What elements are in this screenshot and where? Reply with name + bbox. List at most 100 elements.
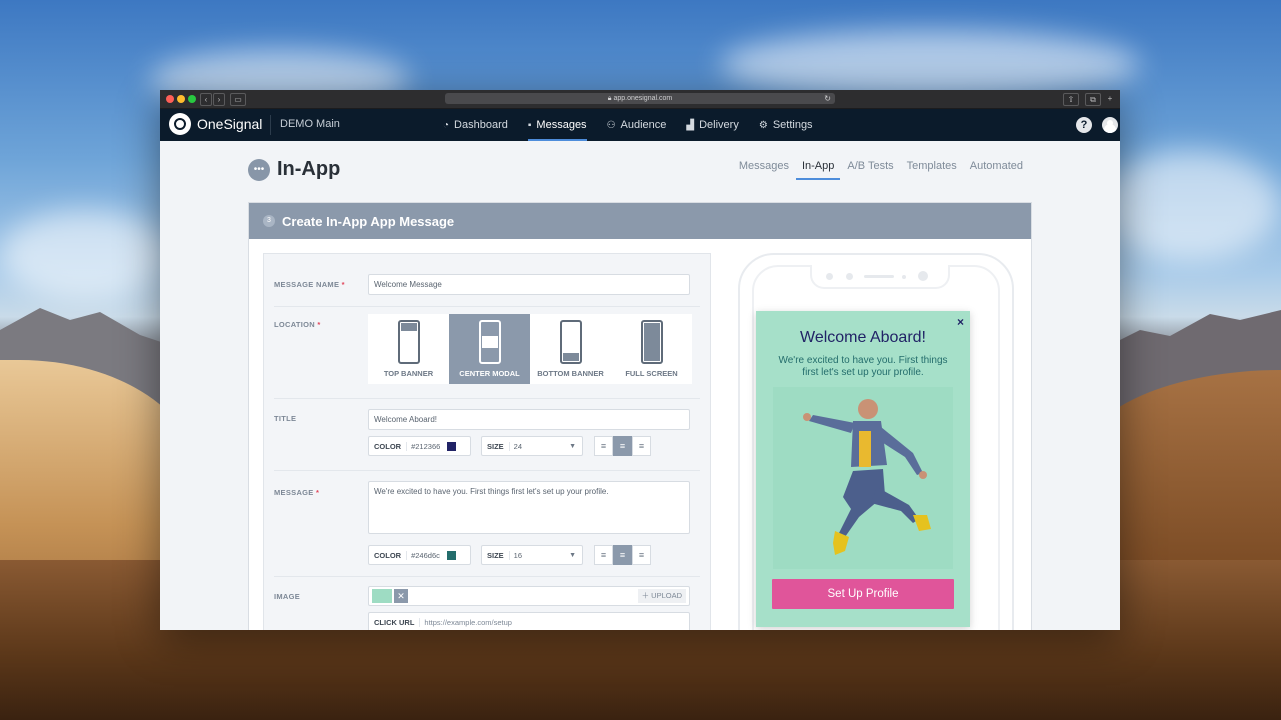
tabs-icon[interactable]: ⧉ — [1085, 93, 1101, 106]
close-window-button[interactable] — [166, 95, 174, 103]
title-input[interactable]: Welcome Aboard! — [368, 409, 690, 430]
people-icon: ⚇ — [606, 119, 616, 131]
app-selector[interactable]: DEMO Main — [280, 118, 340, 130]
location-bottom-banner-label: BOTTOM BANNER — [537, 369, 604, 378]
reload-icon[interactable]: ↻ — [824, 93, 831, 104]
in-app-icon: ••• — [248, 158, 270, 181]
message-color-picker[interactable]: COLOR #246d6c — [368, 545, 471, 565]
message-color-value: #246d6c — [406, 550, 444, 560]
notch-dot — [846, 273, 853, 280]
remove-image-icon[interactable]: ✕ — [394, 589, 408, 603]
bottom-banner-icon — [559, 320, 582, 364]
page-header: ••• In-App — [248, 158, 340, 181]
message-color-swatch — [446, 550, 456, 560]
onesignal-logo[interactable]: OneSignal — [169, 113, 262, 135]
tab-templates[interactable]: Templates — [907, 160, 957, 180]
forward-icon[interactable]: › — [213, 93, 225, 106]
click-url-field[interactable]: CLICK URL https://example.com/setup — [368, 612, 690, 630]
message-size-value: 16 — [508, 550, 526, 560]
tab-automated[interactable]: Automated — [970, 160, 1023, 180]
title-color-swatch — [447, 441, 457, 451]
tab-messages[interactable]: Messages — [739, 160, 789, 180]
message-name-input[interactable]: Welcome Message — [368, 274, 690, 295]
new-tab-icon[interactable]: + — [1105, 93, 1115, 104]
nav-dashboard[interactable]: ◔ Dashboard — [443, 109, 508, 141]
title-color-picker[interactable]: COLOR #212366 — [368, 436, 471, 456]
avatar[interactable] — [1102, 117, 1118, 133]
align-center-icon[interactable]: ≡ — [613, 436, 632, 456]
card-title: Create In-App App Message — [282, 213, 455, 229]
notch-dot — [902, 275, 906, 279]
subtabs: Messages In-App A/B Tests Templates Auto… — [726, 160, 1023, 180]
help-icon[interactable]: ? — [1076, 117, 1092, 133]
nav-delivery-label: Delivery — [699, 119, 739, 131]
tab-ab-tests[interactable]: A/B Tests — [847, 160, 893, 180]
sidebar-toggle-icon[interactable]: ▭ — [230, 93, 246, 106]
nav-delivery[interactable]: ▟ Delivery — [686, 109, 738, 141]
align-right-icon[interactable]: ≡ — [632, 545, 651, 565]
close-icon[interactable]: × — [957, 315, 964, 329]
align-center-icon[interactable]: ≡ — [613, 545, 632, 565]
maximize-window-button[interactable] — [188, 95, 196, 103]
message-alignment: ≡ ≡ ≡ — [594, 545, 651, 565]
brand-name: OneSignal — [197, 116, 263, 132]
location-bottom-banner[interactable]: BOTTOM BANNER — [530, 314, 611, 384]
align-left-icon[interactable]: ≡ — [594, 545, 613, 565]
message-textarea[interactable]: We're excited to have you. First things … — [368, 481, 690, 534]
tab-in-app[interactable]: In-App — [795, 160, 841, 180]
image-thumbnail — [372, 589, 392, 603]
share-icon[interactable]: ⇧ — [1063, 93, 1079, 106]
location-row: LOCATION * TOP BANNER CENTER MODAL BOTTO… — [274, 306, 700, 399]
onesignal-logo-icon — [169, 113, 191, 135]
title-size-label: SIZE — [487, 441, 504, 451]
location-label: LOCATION * — [274, 320, 321, 329]
location-full-screen-label: FULL SCREEN — [625, 369, 678, 378]
title-size-select[interactable]: SIZE 24 ▼ — [481, 436, 583, 456]
back-icon[interactable]: ‹ — [200, 93, 212, 106]
minimize-window-button[interactable] — [177, 95, 185, 103]
nav-audience[interactable]: ⚇ Audience — [607, 109, 667, 141]
title-label: TITLE — [274, 414, 297, 423]
title-color-label: COLOR — [374, 441, 402, 451]
location-center-modal[interactable]: CENTER MODAL — [449, 314, 530, 384]
location-center-modal-label: CENTER MODAL — [459, 369, 520, 378]
location-full-screen[interactable]: FULL SCREEN — [611, 314, 692, 384]
browser-window: ‹ › ▭ 🔒︎ app.onesignal.com ↻ ⇧ ⧉ + OneSi… — [160, 90, 1120, 630]
gauge-icon: ◔ — [443, 119, 450, 131]
align-left-icon[interactable]: ≡ — [594, 436, 613, 456]
click-url-value: https://example.com/setup — [419, 617, 516, 627]
message-size-select[interactable]: SIZE 16 ▼ — [481, 545, 583, 565]
card-header: 3 Create In-App App Message — [249, 203, 1031, 239]
align-right-icon[interactable]: ≡ — [632, 436, 651, 456]
phone-notch — [810, 265, 950, 289]
cloud — [1100, 150, 1280, 260]
image-row: IMAGE ✕ ＋ UPLOAD CLICK URL https://examp… — [274, 576, 700, 630]
title-color-value: #212366 — [406, 441, 444, 451]
message-color-label: COLOR — [374, 550, 402, 560]
nav-settings[interactable]: ⚙ Settings — [759, 109, 813, 141]
message-name-row: MESSAGE NAME * Welcome Message — [274, 266, 700, 307]
step-number: 3 — [263, 215, 275, 227]
nav-messages[interactable]: ▪ Messages — [527, 109, 587, 141]
location-top-banner[interactable]: TOP BANNER — [368, 314, 449, 384]
message-label: MESSAGE * — [274, 488, 320, 497]
lock-icon: 🔒︎ — [607, 95, 612, 102]
phone-frame: × Welcome Aboard! We're excited to have … — [738, 253, 1014, 630]
page-title: In-App — [277, 158, 341, 180]
notch-dot — [826, 273, 833, 280]
click-url-label: CLICK URL — [374, 617, 415, 627]
nav-messages-label: Messages — [536, 119, 587, 131]
nav-divider — [270, 115, 271, 135]
message-form: MESSAGE NAME * Welcome Message LOCATION … — [263, 253, 711, 630]
address-bar[interactable]: 🔒︎ app.onesignal.com ↻ — [445, 93, 835, 104]
title-size-value: 24 — [508, 441, 526, 451]
image-label: IMAGE — [274, 592, 301, 601]
message-row: MESSAGE * We're excited to have you. Fir… — [274, 470, 700, 577]
upload-button[interactable]: ＋ UPLOAD — [637, 589, 686, 603]
preview-title: Welcome Aboard! — [800, 329, 926, 346]
message-name-label: MESSAGE NAME * — [274, 280, 345, 289]
browser-titlebar: ‹ › ▭ 🔒︎ app.onesignal.com ↻ ⇧ ⧉ + — [160, 90, 1120, 109]
cloud — [0, 210, 170, 300]
gear-icon: ⚙ — [758, 119, 768, 131]
preview-cta-button[interactable]: Set Up Profile — [772, 579, 954, 609]
